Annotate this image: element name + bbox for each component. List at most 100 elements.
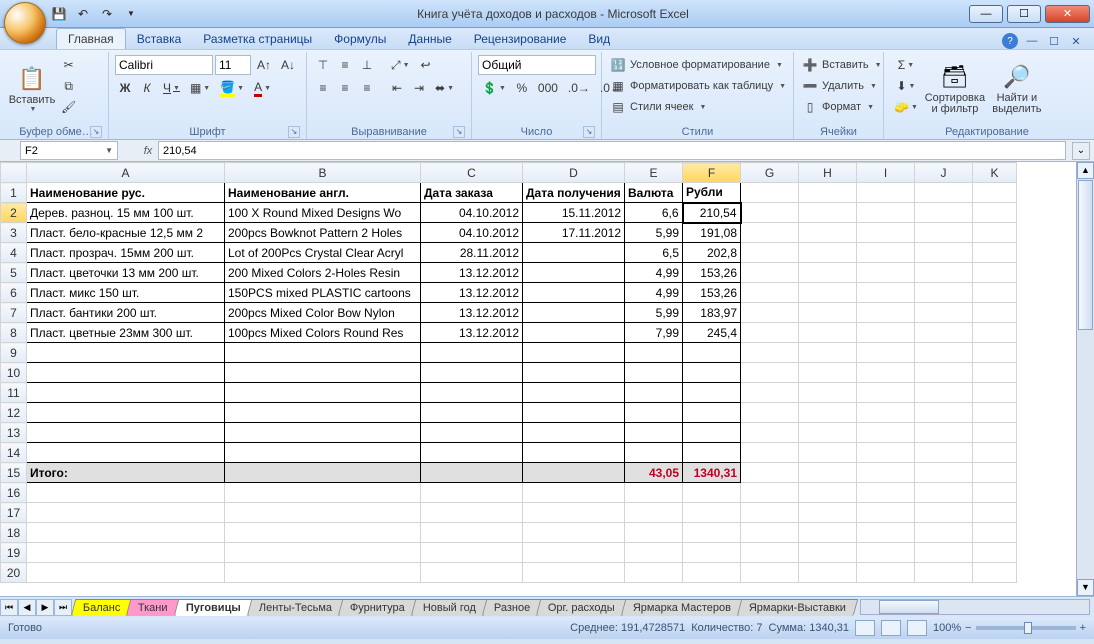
cell[interactable] <box>973 543 1017 563</box>
spreadsheet-grid[interactable]: ABCDEFGHIJK1Наименование рус.Наименовани… <box>0 162 1094 596</box>
cell[interactable] <box>857 203 915 223</box>
cell[interactable] <box>523 423 625 443</box>
cell[interactable] <box>523 563 625 583</box>
cell[interactable] <box>523 543 625 563</box>
sheet-tab[interactable]: Пуговицы <box>174 599 253 616</box>
select-all-corner[interactable] <box>1 163 27 183</box>
cell[interactable] <box>225 423 421 443</box>
row-header-13[interactable]: 13 <box>1 423 27 443</box>
cell[interactable] <box>27 443 225 463</box>
cell[interactable] <box>973 303 1017 323</box>
cell[interactable] <box>421 543 523 563</box>
cell[interactable]: Наименование рус. <box>27 183 225 203</box>
cell[interactable] <box>799 263 857 283</box>
cell[interactable] <box>973 523 1017 543</box>
cell[interactable]: Дата получения <box>523 183 625 203</box>
wrap-text-button[interactable]: ↩ <box>416 55 436 75</box>
cell[interactable] <box>27 383 225 403</box>
cell[interactable] <box>523 303 625 323</box>
cell[interactable] <box>915 403 973 423</box>
cell[interactable] <box>741 403 799 423</box>
cell[interactable] <box>683 383 741 403</box>
paste-button[interactable]: 📋 Вставить ▼ <box>10 55 54 121</box>
cell[interactable]: 4,99 <box>625 263 683 283</box>
cell[interactable] <box>625 423 683 443</box>
cell[interactable] <box>857 483 915 503</box>
cell[interactable] <box>523 503 625 523</box>
cell[interactable] <box>683 523 741 543</box>
col-header-I[interactable]: I <box>857 163 915 183</box>
cell[interactable] <box>625 543 683 563</box>
col-header-K[interactable]: K <box>973 163 1017 183</box>
cell[interactable] <box>799 343 857 363</box>
col-header-E[interactable]: E <box>625 163 683 183</box>
delete-cells-button[interactable]: ➖Удалить▼ <box>800 76 879 96</box>
cell[interactable] <box>27 363 225 383</box>
qat-dropdown-icon[interactable]: ▼ <box>121 4 141 24</box>
cell[interactable] <box>857 543 915 563</box>
font-launcher[interactable]: ↘ <box>288 126 300 138</box>
page-layout-view-button[interactable] <box>881 620 901 636</box>
cell[interactable]: Пласт. цветные 23мм 300 шт. <box>27 323 225 343</box>
cell[interactable] <box>27 523 225 543</box>
cell[interactable]: 13.12.2012 <box>421 323 523 343</box>
cell[interactable] <box>421 483 523 503</box>
cell[interactable] <box>225 363 421 383</box>
cell[interactable] <box>683 423 741 443</box>
insert-cells-button[interactable]: ➕Вставить▼ <box>800 55 884 75</box>
sheet-tab[interactable]: Разное <box>482 599 543 616</box>
cell[interactable] <box>625 383 683 403</box>
cell[interactable]: 202,8 <box>683 243 741 263</box>
row-header-9[interactable]: 9 <box>1 343 27 363</box>
tab-formulas[interactable]: Формулы <box>323 29 397 49</box>
cell[interactable] <box>741 463 799 483</box>
bold-button[interactable]: Ж <box>115 78 135 98</box>
cell[interactable] <box>857 343 915 363</box>
sheet-tab[interactable]: Ярмарки-Выставки <box>737 599 859 616</box>
autosum-button[interactable]: Σ▼ <box>890 55 922 75</box>
sheet-tab[interactable]: Ярмарка Мастеров <box>621 599 744 616</box>
row-header-1[interactable]: 1 <box>1 183 27 203</box>
cell[interactable] <box>915 223 973 243</box>
cell[interactable] <box>857 263 915 283</box>
cell[interactable]: 153,26 <box>683 283 741 303</box>
cell[interactable] <box>915 243 973 263</box>
minimize-button[interactable]: — <box>969 5 1003 23</box>
cell[interactable] <box>225 503 421 523</box>
cell[interactable] <box>799 503 857 523</box>
cell[interactable] <box>741 563 799 583</box>
cell[interactable] <box>799 523 857 543</box>
cell[interactable] <box>973 443 1017 463</box>
cell[interactable] <box>741 423 799 443</box>
align-middle-button[interactable]: ≡ <box>335 55 355 75</box>
cell[interactable] <box>973 283 1017 303</box>
cell[interactable] <box>857 363 915 383</box>
cell[interactable]: 191,08 <box>683 223 741 243</box>
cell[interactable] <box>225 543 421 563</box>
cell[interactable]: 17.11.2012 <box>523 223 625 243</box>
cell[interactable]: Валюта <box>625 183 683 203</box>
find-select-button[interactable]: 🔎 Найти и выделить <box>988 55 1046 121</box>
cell[interactable] <box>27 483 225 503</box>
orientation-button[interactable]: ⤢▼ <box>387 55 414 75</box>
shrink-font-button[interactable]: A↓ <box>277 55 299 75</box>
cell[interactable] <box>523 243 625 263</box>
cell[interactable] <box>915 443 973 463</box>
cell[interactable] <box>625 523 683 543</box>
cell[interactable] <box>27 563 225 583</box>
clear-button[interactable]: 🧽▼ <box>890 97 922 117</box>
cell[interactable] <box>625 483 683 503</box>
cell[interactable] <box>741 523 799 543</box>
cell[interactable] <box>683 403 741 423</box>
cell[interactable] <box>915 263 973 283</box>
cell[interactable] <box>421 403 523 423</box>
expand-formula-bar-button[interactable]: ⌄ <box>1072 142 1090 160</box>
font-color-button[interactable]: A▼ <box>250 78 275 98</box>
align-right-button[interactable]: ≡ <box>357 78 377 98</box>
cell[interactable] <box>915 183 973 203</box>
cell[interactable] <box>225 383 421 403</box>
cell[interactable] <box>625 563 683 583</box>
cell[interactable]: Пласт. бело-красные 12,5 мм 2 <box>27 223 225 243</box>
horizontal-scrollbar[interactable] <box>860 599 1090 615</box>
row-header-5[interactable]: 5 <box>1 263 27 283</box>
